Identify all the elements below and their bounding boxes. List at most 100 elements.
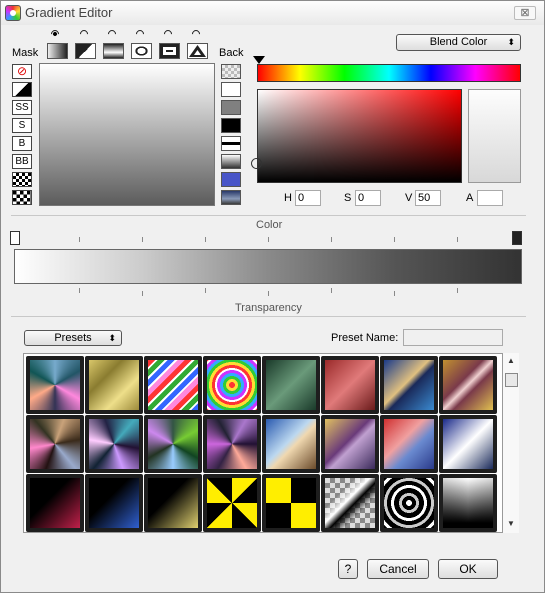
- back-image-swatch[interactable]: [221, 190, 241, 205]
- s-field[interactable]: 0: [355, 190, 381, 206]
- shape-radio-linear[interactable]: [49, 28, 61, 40]
- shape-preview: [39, 63, 215, 206]
- preset-swatch[interactable]: [26, 356, 84, 414]
- ok-button[interactable]: OK: [438, 559, 498, 579]
- shape-circle-icon[interactable]: [131, 43, 152, 59]
- app-icon: [5, 5, 21, 21]
- mask-ss-button[interactable]: SS: [12, 100, 32, 115]
- back-white-swatch[interactable]: [221, 82, 241, 97]
- preset-swatch[interactable]: [439, 356, 497, 414]
- preset-swatch[interactable]: [144, 356, 202, 414]
- preset-swatch[interactable]: [321, 356, 379, 414]
- tick: [268, 291, 269, 296]
- mask-s-button[interactable]: S: [12, 118, 32, 133]
- v-label: V: [405, 192, 413, 204]
- shape-radio-corner[interactable]: [78, 28, 90, 40]
- preset-swatch[interactable]: [203, 474, 261, 532]
- mask-none-button[interactable]: ⊘: [12, 64, 32, 79]
- preset-swatch[interactable]: [85, 356, 143, 414]
- back-gray-swatch[interactable]: [221, 100, 241, 115]
- shape-radio-square[interactable]: [162, 28, 174, 40]
- mask-bb-button[interactable]: BB: [12, 154, 32, 169]
- tick: [331, 237, 332, 242]
- color-label: Color: [256, 219, 283, 231]
- shape-triangle-icon[interactable]: [187, 43, 208, 59]
- shape-radio-triangle[interactable]: [190, 28, 202, 40]
- window-title: Gradient Editor: [25, 5, 113, 20]
- preset-swatch[interactable]: [144, 474, 202, 532]
- shape-linear-icon[interactable]: [47, 43, 68, 59]
- tick: [268, 237, 269, 242]
- preset-swatch[interactable]: [85, 415, 143, 473]
- a-field[interactable]: [477, 190, 503, 206]
- preset-swatch[interactable]: [380, 415, 438, 473]
- h-field[interactable]: 0: [295, 190, 321, 206]
- close-button[interactable]: ⊠: [514, 6, 536, 20]
- tick: [79, 288, 80, 293]
- tick: [394, 237, 395, 242]
- chevron-updown-icon: ⬍: [108, 333, 116, 343]
- mask-label: Mask: [12, 47, 39, 59]
- v-field[interactable]: 50: [415, 190, 441, 206]
- presets-dropdown[interactable]: Presets ⬍: [24, 330, 122, 346]
- preset-swatch[interactable]: [321, 474, 379, 532]
- hue-marker-icon[interactable]: [253, 56, 265, 64]
- preset-name-label: Preset Name:: [331, 332, 399, 344]
- preset-swatch[interactable]: [26, 415, 84, 473]
- back-stripe-swatch[interactable]: [221, 136, 241, 151]
- saturation-value-picker[interactable]: [257, 89, 462, 183]
- mask-noise2-button[interactable]: [12, 190, 32, 205]
- preset-swatch[interactable]: [380, 474, 438, 532]
- preset-swatch[interactable]: [380, 356, 438, 414]
- help-button[interactable]: ?: [338, 559, 358, 579]
- back-checker-swatch[interactable]: [221, 64, 241, 79]
- gradient-bar[interactable]: [14, 249, 522, 284]
- shape-radio-circle[interactable]: [134, 28, 146, 40]
- tick: [457, 288, 458, 293]
- tick: [205, 288, 206, 293]
- back-gradient-swatch[interactable]: [221, 154, 241, 169]
- shape-corner-icon[interactable]: [75, 43, 96, 59]
- preset-swatch[interactable]: [203, 356, 261, 414]
- shape-box-icon[interactable]: [103, 43, 124, 59]
- back-black-swatch[interactable]: [221, 118, 241, 133]
- preset-swatch[interactable]: [144, 415, 202, 473]
- tick: [142, 237, 143, 242]
- back-label: Back: [219, 47, 244, 59]
- preset-swatch[interactable]: [262, 474, 320, 532]
- preset-swatch[interactable]: [321, 415, 379, 473]
- blend-mode-label: Blend Color: [429, 36, 488, 48]
- h-label: H: [284, 192, 292, 204]
- sv-cursor-icon[interactable]: [251, 158, 262, 169]
- preset-grid: [23, 353, 503, 533]
- cancel-button[interactable]: Cancel: [367, 559, 429, 579]
- color-stop-right[interactable]: [512, 231, 522, 245]
- shape-square-icon[interactable]: [159, 43, 180, 59]
- tick: [331, 288, 332, 293]
- hue-slider[interactable]: [257, 64, 521, 82]
- preset-swatch[interactable]: [85, 474, 143, 532]
- preset-swatch[interactable]: [439, 415, 497, 473]
- preset-swatch[interactable]: [262, 415, 320, 473]
- shape-radio-box[interactable]: [106, 28, 118, 40]
- preset-scrollbar[interactable]: ▲ ▼: [503, 353, 519, 533]
- blend-mode-select[interactable]: Blend Color ⬍: [396, 34, 521, 51]
- tick: [457, 237, 458, 242]
- mask-b-button[interactable]: B: [12, 136, 32, 151]
- scroll-up-icon[interactable]: ▲: [507, 356, 515, 365]
- preset-swatch[interactable]: [203, 415, 261, 473]
- back-blue-swatch[interactable]: [221, 172, 241, 187]
- mask-diagonal-button[interactable]: [12, 82, 32, 97]
- preset-swatch[interactable]: [26, 474, 84, 532]
- s-label: S: [344, 192, 352, 204]
- scroll-thumb[interactable]: [505, 373, 518, 387]
- presets-label: Presets: [54, 332, 92, 344]
- preset-swatch[interactable]: [262, 356, 320, 414]
- preset-swatch[interactable]: [439, 474, 497, 532]
- mask-noise-button[interactable]: [12, 172, 32, 187]
- color-stop-left[interactable]: [10, 231, 20, 245]
- tick: [142, 291, 143, 296]
- scroll-down-icon[interactable]: ▼: [507, 519, 515, 528]
- chevron-updown-icon: ⬍: [507, 37, 515, 47]
- preset-name-input[interactable]: [403, 329, 503, 346]
